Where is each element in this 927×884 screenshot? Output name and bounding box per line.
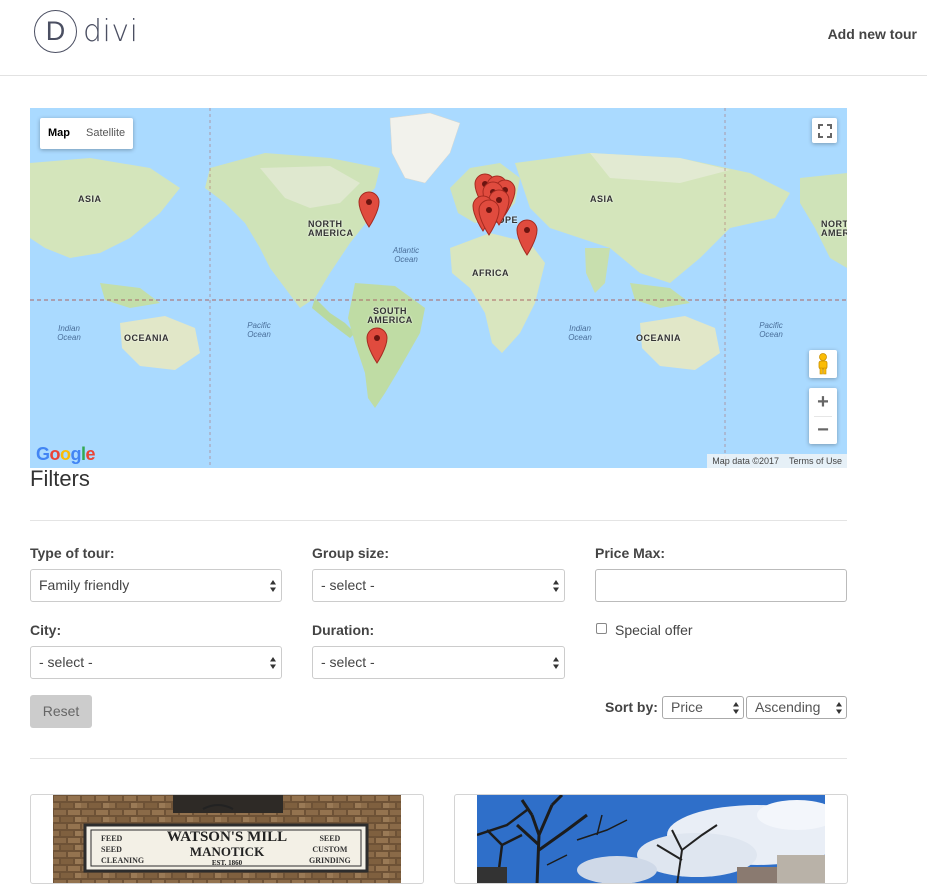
select-arrows-icon	[553, 657, 559, 669]
map-data-text: Map data ©2017	[712, 456, 779, 466]
label-africa: AFRICA	[472, 268, 509, 278]
map-type-control: Map Satellite	[40, 118, 134, 149]
select-arrows-icon	[733, 702, 739, 714]
map-type-map-button[interactable]: Map	[40, 118, 78, 149]
sign-right-text: SEED CUSTOM GRINDING	[309, 834, 351, 865]
zoom-in-button[interactable]: +	[809, 388, 837, 416]
tour-card-image[interactable]	[477, 795, 825, 883]
google-logo[interactable]: Google	[36, 444, 96, 465]
divi-logo[interactable]: D divi	[34, 10, 138, 53]
sort-field-select[interactable]: Price	[662, 696, 744, 719]
price-max-input[interactable]	[595, 569, 847, 602]
fullscreen-button[interactable]	[812, 118, 837, 143]
zoom-out-button[interactable]: −	[809, 416, 837, 444]
duration-label: Duration:	[312, 622, 375, 638]
trees-and-sky-photo	[477, 795, 825, 883]
group-size-select[interactable]: - select -	[312, 569, 565, 602]
map-type-satellite-button[interactable]: Satellite	[78, 118, 133, 149]
sign-center-text: WATSON'S MILL MANOTICK EST. 1860	[166, 829, 288, 867]
filters-divider-top	[30, 520, 847, 521]
map-geography	[30, 108, 847, 468]
label-north-america: NORTH AMERICA	[308, 219, 354, 238]
type-of-tour-label: Type of tour:	[30, 545, 115, 561]
logo-text: divi	[83, 14, 139, 49]
tour-card[interactable]	[454, 794, 848, 884]
tour-map[interactable]: Map Satellite ASIA NORTH AMERICA EUROPE …	[30, 108, 847, 468]
tour-card[interactable]: FEED SEED CLEANING WATSON'S MILL MANOTIC…	[30, 794, 424, 884]
sort-order-value: Ascending	[755, 699, 821, 715]
fullscreen-icon	[817, 123, 832, 138]
sort-by-label: Sort by:	[605, 699, 658, 715]
special-offer-checkbox[interactable]	[596, 623, 607, 634]
city-label: City:	[30, 622, 62, 638]
duration-value: - select -	[321, 654, 375, 670]
select-arrows-icon	[836, 702, 842, 714]
select-arrows-icon	[270, 580, 276, 592]
label-atlantic-ocean: Atlantic Ocean	[392, 246, 420, 264]
map-marker-icon[interactable]	[478, 198, 500, 236]
label-pacific-ocean-right: Pacific Ocean	[759, 321, 783, 339]
label-oceania-right: OCEANIA	[636, 333, 682, 343]
label-asia-right: ASIA	[590, 194, 614, 204]
map-marker-icon[interactable]	[516, 218, 538, 256]
label-indian-ocean-right: Indian Ocean	[568, 324, 592, 342]
label-south-america: SOUTH AMERICA	[367, 306, 413, 325]
label-asia-left: ASIA	[78, 194, 102, 204]
terms-of-use-link[interactable]: Terms of Use	[784, 454, 847, 468]
map-marker-icon[interactable]	[358, 190, 380, 228]
filters-divider-bottom	[30, 758, 847, 759]
city-value: - select -	[39, 654, 93, 670]
label-oceania-left: OCEANIA	[124, 333, 170, 343]
label-pacific-ocean-left: Pacific Ocean	[247, 321, 271, 339]
add-new-tour-link[interactable]: Add new tour	[828, 26, 917, 42]
pegman-icon	[818, 353, 828, 375]
sort-order-select[interactable]: Ascending	[746, 696, 847, 719]
select-arrows-icon	[553, 580, 559, 592]
price-max-label: Price Max:	[595, 545, 666, 561]
tour-card-image[interactable]: FEED SEED CLEANING WATSON'S MILL MANOTIC…	[53, 795, 401, 883]
special-offer-label[interactable]: Special offer	[615, 622, 693, 638]
map-marker-icon[interactable]	[366, 326, 388, 364]
duration-select[interactable]: - select -	[312, 646, 565, 679]
reset-button[interactable]: Reset	[30, 695, 92, 728]
site-header: D divi Add new tour	[0, 0, 927, 76]
logo-mark: D	[34, 10, 77, 53]
type-of-tour-select[interactable]: Family friendly	[30, 569, 282, 602]
group-size-value: - select -	[321, 577, 375, 593]
label-indian-ocean-left: Indian Ocean	[57, 324, 81, 342]
select-arrows-icon	[270, 657, 276, 669]
zoom-control: + −	[809, 388, 837, 444]
street-view-pegman[interactable]	[809, 350, 837, 378]
map-attribution: Map data ©2017 Terms of Use	[707, 454, 847, 468]
group-size-label: Group size:	[312, 545, 390, 561]
city-select[interactable]: - select -	[30, 646, 282, 679]
sign-left-text: FEED SEED CLEANING	[101, 834, 145, 865]
filters-title: Filters	[30, 466, 90, 491]
sort-field-value: Price	[671, 699, 703, 715]
type-of-tour-value: Family friendly	[39, 577, 130, 593]
label-north-america-right: NORTH AMERIC	[821, 220, 847, 238]
